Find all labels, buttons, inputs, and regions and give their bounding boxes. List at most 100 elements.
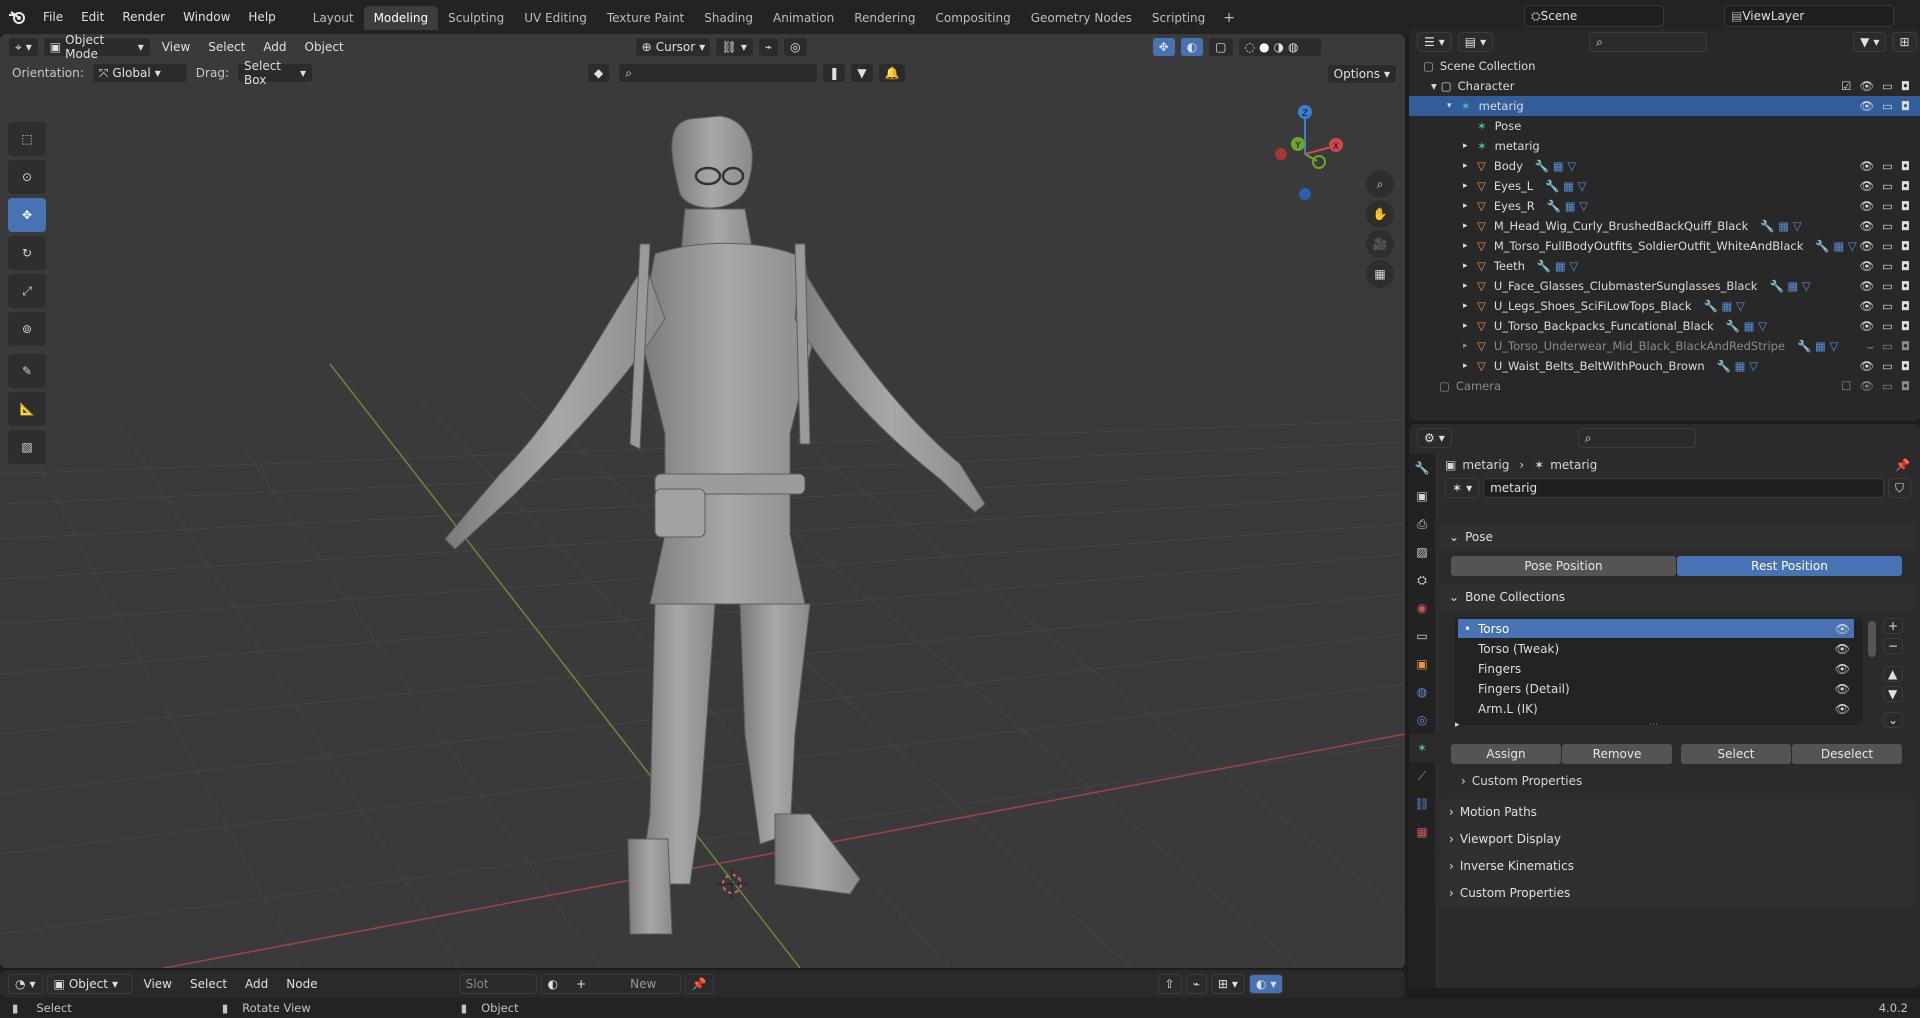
collection-tab[interactable]: ▭ — [1409, 622, 1435, 650]
pin-button[interactable]: 📌 — [684, 974, 714, 994]
monitor-icon[interactable]: ▭ — [1882, 99, 1893, 113]
tab-scripting[interactable]: Scripting — [1142, 6, 1215, 30]
tab-layout[interactable]: Layout — [303, 6, 364, 30]
remove-collection-button[interactable]: − — [1883, 638, 1904, 654]
eye-icon[interactable]: 👁 — [1835, 682, 1850, 696]
camera-render-icon[interactable]: ◘ — [1901, 179, 1910, 193]
drag-dropdown[interactable]: Select Box ▾ — [236, 59, 313, 87]
monitor-icon[interactable]: ▭ — [1882, 299, 1893, 313]
object-tab[interactable]: ▣ — [1409, 650, 1435, 678]
eye-icon[interactable]: 👁 — [1859, 99, 1874, 113]
parent-node-button[interactable]: ⇧ — [1157, 974, 1182, 994]
fake-user-button[interactable]: ⛉ — [1887, 478, 1911, 498]
view-layer-selector[interactable]: ▤ ViewLayer — [1724, 5, 1894, 27]
eye-icon[interactable]: 👁 — [1859, 219, 1874, 233]
eye-icon[interactable]: 👁 — [1859, 259, 1874, 273]
monitor-icon[interactable]: ▭ — [1882, 259, 1893, 273]
bone-collections-list[interactable]: • Torso 👁 Torso (Tweak) 👁 Fingers 👁 Fingers … — [1454, 617, 1876, 725]
pose-position-button[interactable]: Pose Position — [1451, 556, 1676, 576]
select-box-tool[interactable]: ⬚ — [8, 122, 46, 156]
scene-collection-row[interactable]: ▢ Scene Collection — [1409, 56, 1920, 76]
measure-tool[interactable]: 📐 — [8, 392, 46, 426]
outliner-row[interactable]: ✶ Pose — [1409, 116, 1920, 136]
expand-icon[interactable]: ▸ — [1463, 361, 1471, 371]
move-down-button[interactable]: ▼ — [1883, 686, 1904, 702]
camera-render-icon[interactable]: ◘ — [1901, 279, 1910, 293]
eye-icon[interactable]: 👁 — [1859, 359, 1874, 373]
viewport-menu-object[interactable]: Object — [298, 37, 351, 57]
expand-icon[interactable]: ▸ — [1463, 301, 1471, 311]
menu-window[interactable]: Window — [174, 5, 239, 29]
eye-icon[interactable]: ⌣ — [1866, 339, 1874, 354]
scene-tab[interactable]: ⛭ — [1409, 566, 1435, 594]
add-cube-tool[interactable]: ▧ — [8, 430, 46, 464]
camera-render-icon[interactable]: ◘ — [1901, 319, 1910, 333]
menu-render[interactable]: Render — [113, 5, 174, 29]
overlay-toggle[interactable]: ◐ — [1179, 37, 1205, 57]
monitor-icon[interactable]: ▭ — [1882, 79, 1893, 93]
menu-edit[interactable]: Edit — [72, 5, 113, 29]
data-name-field[interactable]: metarig — [1483, 478, 1884, 498]
shading-buttons[interactable]: ◌ ● ◑ ◍ — [1237, 37, 1322, 57]
eye-icon[interactable]: 👁 — [1859, 379, 1874, 393]
modifiers-tab[interactable]: ◍ — [1409, 678, 1435, 706]
eye-icon[interactable]: 👁 — [1859, 79, 1874, 93]
pivot-dropdown[interactable]: ⊕ Cursor ▾ — [634, 37, 711, 57]
annotate-tool[interactable]: ✎ — [8, 354, 46, 388]
monitor-icon[interactable]: ▭ — [1882, 179, 1893, 193]
outliner-row[interactable]: ▸ ▽ Body 🔧 ▦ ▽ 👁 ▭ ◘ — [1409, 156, 1920, 176]
tab-animation[interactable]: Animation — [763, 6, 844, 30]
eye-icon[interactable]: 👁 — [1835, 642, 1850, 656]
outliner-row[interactable]: ▸ ▽ U_Torso_Backpacks_Funcational_Black 🔧 ▦… — [1409, 316, 1920, 336]
eye-icon[interactable]: 👁 — [1835, 622, 1850, 636]
custom-properties-panel-header[interactable]: › Custom Properties — [1439, 880, 1915, 906]
bone-collections-panel-header[interactable]: ⌄ Bone Collections — [1439, 584, 1915, 610]
tab-rendering[interactable]: Rendering — [844, 6, 925, 30]
eye-icon[interactable]: 👁 — [1859, 299, 1874, 313]
rest-position-button[interactable]: Rest Position — [1677, 556, 1902, 576]
mode-dropdown[interactable]: ▣ Object Mode ▾ — [42, 34, 151, 61]
tab-texture-paint[interactable]: Texture Paint — [597, 6, 694, 30]
node-menu-node[interactable]: Node — [279, 974, 324, 994]
bone-collection-item-fingers-detail[interactable]: Fingers (Detail) 👁 — [1458, 679, 1854, 698]
expand-icon[interactable]: ▸ — [1463, 341, 1471, 351]
zoom-view-button[interactable]: ⌕ — [1366, 170, 1394, 198]
proportional-edit-toggle[interactable]: ◎ — [783, 37, 808, 57]
eye-icon[interactable]: 👁 — [1835, 662, 1850, 676]
outliner-row[interactable]: ▾ ✶ metarig 👁 ▭ ◘ — [1409, 96, 1920, 116]
camera-collection-row[interactable]: ▢ Camera ☐ 👁 ▭ ◘ — [1409, 376, 1920, 396]
checkbox-icon[interactable]: ☑ — [1841, 79, 1851, 93]
monitor-icon[interactable]: ▭ — [1882, 359, 1893, 373]
filter-button[interactable]: ▼ — [850, 63, 874, 83]
eye-icon[interactable]: 👁 — [1859, 239, 1874, 253]
specials-menu-button[interactable]: ⌄ — [1883, 712, 1904, 728]
camera-render-icon[interactable]: ◘ — [1901, 359, 1910, 373]
node-menu-add[interactable]: Add — [238, 974, 275, 994]
tool-tab[interactable]: 🔧 — [1409, 454, 1435, 482]
tab-shading[interactable]: Shading — [694, 6, 763, 30]
armature-browse-button[interactable]: ✶ ▾ — [1445, 478, 1480, 498]
outliner-row[interactable]: ▸ ▽ U_Torso_Underwear_Mid_Black_BlackAndRe… — [1409, 336, 1920, 356]
expand-icon[interactable]: ▸ — [1463, 181, 1471, 191]
scale-tool[interactable]: ⤢ — [8, 274, 46, 308]
snapping-toggle[interactable]: ⌁ — [757, 37, 780, 57]
scene-selector[interactable]: ⛭ Scene — [1524, 5, 1664, 27]
deselect-button[interactable]: Deselect — [1792, 744, 1902, 764]
orientation-dropdown[interactable]: ⤧ Global ▾ — [91, 63, 188, 83]
eye-icon[interactable]: 👁 — [1859, 179, 1874, 193]
add-workspace-button[interactable]: + — [1215, 6, 1243, 30]
eye-icon[interactable]: 👁 — [1859, 319, 1874, 333]
expand-icon[interactable]: ▾ — [1447, 101, 1455, 111]
expand-icon[interactable]: ▸ — [1463, 281, 1471, 291]
camera-render-icon[interactable]: ◘ — [1901, 339, 1910, 354]
camera-render-icon[interactable]: ◘ — [1901, 379, 1910, 393]
navigation-gizmo[interactable]: Z X Y — [1245, 86, 1365, 206]
viewport-menu-view[interactable]: View — [155, 37, 197, 57]
menu-help[interactable]: Help — [239, 5, 284, 29]
eye-icon[interactable]: 👁 — [1859, 279, 1874, 293]
snap-target-dropdown[interactable]: ⊞ ▾ — [1210, 974, 1245, 994]
camera-render-icon[interactable]: ◘ — [1901, 259, 1910, 273]
move-tool[interactable]: ✥ — [8, 198, 46, 232]
output-tab[interactable]: ⎙ — [1409, 510, 1435, 538]
add-collection-button[interactable]: + — [1883, 618, 1904, 634]
